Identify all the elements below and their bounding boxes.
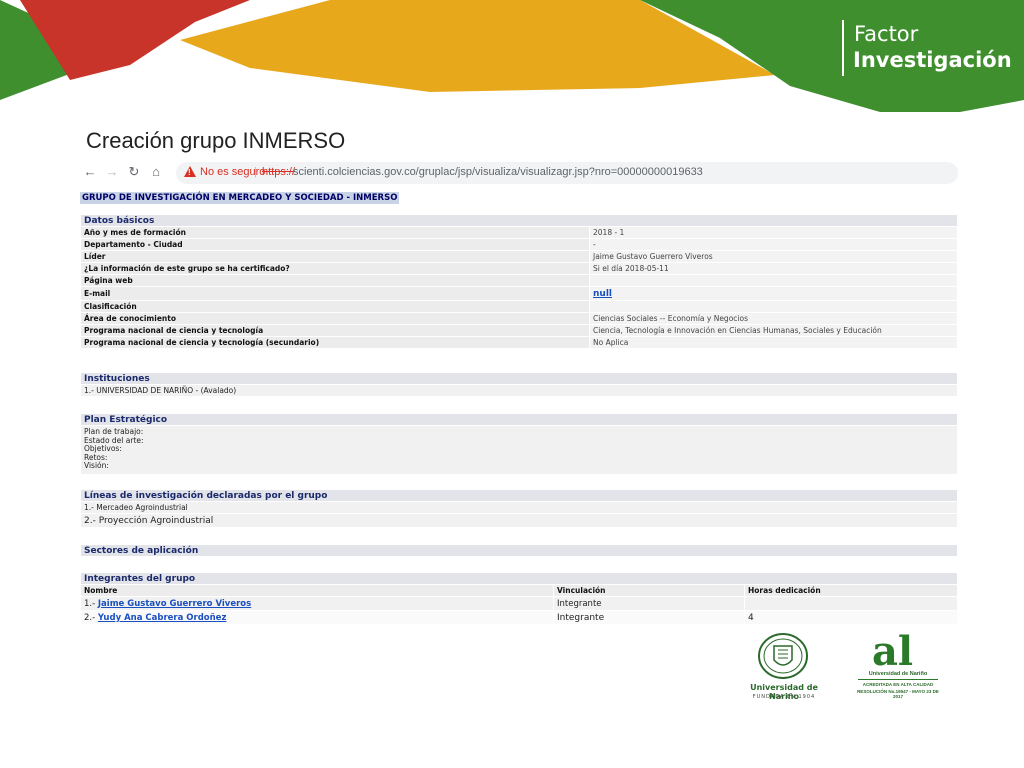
table-row: Área de conocimiento Ciencias Sociales --… — [80, 312, 958, 325]
table-row: Clasificación — [80, 300, 958, 313]
plan-estrategico-table: Plan Estratégico Plan de trabajo: Estado… — [80, 413, 958, 475]
udenar-founded: FUNDADA EN 1904 — [752, 694, 816, 700]
member-horas — [744, 596, 958, 611]
row-label: Departamento - Ciudad — [80, 238, 590, 251]
row-label: Página web — [80, 274, 590, 287]
plan-line: Estado del arte: — [84, 435, 144, 445]
section-header-lineas: Líneas de investigación declaradas por e… — [80, 489, 958, 502]
row-label: Líder — [80, 250, 590, 263]
row-value: Si el día 2018-05-11 — [589, 262, 958, 275]
universidad-narino-logo: Universidad de Nariño FUNDADA EN 1904 — [738, 632, 828, 702]
url-text: scienti.colciencias.gov.co/gruplac/jsp/v… — [293, 166, 703, 178]
al-mark: al — [872, 628, 914, 675]
column-header-vinculacion: Vinculación — [553, 584, 745, 597]
table-row: Año y mes de formación 2018 - 1 — [80, 226, 958, 239]
row-value: No Aplica — [589, 336, 958, 349]
member-vinculacion: Integrante — [553, 596, 745, 611]
row-label: Año y mes de formación — [80, 226, 590, 239]
al-divider — [858, 679, 938, 680]
address-bar[interactable]: ! No es seguro | https:// scienti.colcie… — [176, 162, 958, 184]
row-value: null — [589, 286, 958, 301]
section-header-datos-basicos: Datos básicos — [80, 214, 958, 227]
list-item: 1.- Mercadeo Agroindustrial — [80, 501, 958, 514]
table-row: Programa nacional de ciencia y tecnologí… — [80, 324, 958, 337]
table-row: Líder Jaime Gustavo Guerrero Viveros — [80, 250, 958, 263]
member-link[interactable]: Jaime Gustavo Guerrero Viveros — [98, 599, 251, 609]
member-number: 2.- — [84, 612, 96, 623]
row-value — [589, 274, 958, 287]
table-row: ¿La información de este grupo se ha cert… — [80, 262, 958, 275]
member-name-cell: 1.- Jaime Gustavo Guerrero Viveros — [80, 596, 554, 611]
section-header-instituciones: Instituciones — [80, 372, 958, 385]
home-icon[interactable]: ⌂ — [148, 164, 164, 180]
back-arrow-icon[interactable]: ← — [82, 164, 98, 180]
row-value: 2018 - 1 — [589, 226, 958, 239]
row-label: Clasificación — [80, 300, 590, 313]
table-row: Departamento - Ciudad - — [80, 238, 958, 251]
al-university-name: Universidad de Nariño — [868, 671, 928, 677]
lineas-investigacion-table: Líneas de investigación declaradas por e… — [80, 489, 958, 528]
column-header-horas: Horas dedicación — [744, 584, 958, 597]
al-accreditation: ACREDITADA EN ALTA CALIDAD — [862, 682, 934, 687]
member-link[interactable]: Yudy Ana Cabrera Ordoñez — [98, 613, 227, 623]
table-row: E-mail null — [80, 286, 958, 301]
row-label: ¿La información de este grupo se ha cert… — [80, 262, 590, 275]
row-value — [589, 300, 958, 313]
integrantes-table: Integrantes del grupo Nombre Vinculación… — [80, 572, 958, 625]
university-seal-icon — [758, 633, 808, 679]
acreditacion-logo: al Universidad de Nariño ACREDITADA EN A… — [852, 628, 944, 702]
brand-divider — [842, 20, 844, 76]
row-value: Ciencia, Tecnología e Innovación en Cien… — [589, 324, 958, 337]
table-row: Programa nacional de ciencia y tecnologí… — [80, 336, 958, 349]
row-value: Jaime Gustavo Guerrero Viveros — [589, 250, 958, 263]
warning-icon: ! — [184, 166, 196, 177]
factor-investigacion-logo: Factor Investigación — [842, 20, 1012, 76]
list-item: 1.- UNIVERSIDAD DE NARIÑO - (Avalado) — [80, 384, 958, 397]
group-title: GRUPO DE INVESTIGACIÓN EN MERCADEO Y SOC… — [80, 192, 400, 204]
member-number: 1.- — [84, 598, 96, 609]
section-header-sectores: Sectores de aplicación — [80, 544, 958, 557]
slide-title: Creación grupo INMERSO — [86, 128, 346, 153]
datos-basicos-table: Datos básicos Año y mes de formación 2018… — [80, 214, 958, 349]
table-row: Página web — [80, 274, 958, 287]
forward-arrow-icon[interactable]: → — [104, 164, 120, 180]
al-resolution: RESOLUCIÓN No.19547 - MAYO 23 DE 2017 — [857, 689, 939, 699]
brand-line-2: Investigación — [853, 48, 1012, 72]
plan-line: Plan de trabajo: — [84, 427, 144, 436]
plan-line: Retos: — [84, 452, 108, 462]
member-name-cell: 2.- Yudy Ana Cabrera Ordoñez — [80, 610, 554, 625]
url-scheme: https:// — [262, 166, 296, 178]
plan-line: Objetivos: — [84, 444, 122, 453]
email-link[interactable]: null — [593, 289, 612, 299]
row-label: Programa nacional de ciencia y tecnologí… — [80, 336, 590, 349]
column-header-nombre: Nombre — [80, 584, 554, 597]
list-item: 2.- Proyección Agroindustrial — [80, 513, 958, 528]
instituciones-table: Instituciones 1.- UNIVERSIDAD DE NARIÑO … — [80, 372, 958, 397]
browser-toolbar: ← → ↻ ⌂ ! No es seguro | https:// scient… — [74, 160, 958, 186]
sectores-table: Sectores de aplicación — [80, 544, 958, 557]
member-vinculacion: Integrante — [553, 610, 745, 625]
member-horas: 4 — [744, 610, 958, 625]
table-row: 1.- Jaime Gustavo Guerrero Viveros Integ… — [80, 596, 958, 611]
row-label: E-mail — [80, 286, 590, 301]
section-header-plan-estrategico: Plan Estratégico — [80, 413, 958, 426]
table-row: 2.- Yudy Ana Cabrera Ordoñez Integrante … — [80, 610, 958, 625]
brand-line-1: Factor — [854, 22, 919, 46]
reload-icon[interactable]: ↻ — [126, 164, 142, 180]
row-value: Ciencias Sociales -- Economía y Negocios — [589, 312, 958, 325]
row-value: - — [589, 238, 958, 251]
row-label: Programa nacional de ciencia y tecnologí… — [80, 324, 590, 337]
research-line-item: 1.- Mercadeo Agroindustrial — [80, 501, 958, 514]
plan-details: Plan de trabajo: Estado del arte: Objeti… — [80, 425, 958, 475]
institution-item: 1.- UNIVERSIDAD DE NARIÑO - (Avalado) — [80, 384, 958, 397]
research-line-item: 2.- Proyección Agroindustrial — [80, 513, 958, 528]
row-label: Área de conocimiento — [80, 312, 590, 325]
address-separator: | — [254, 166, 257, 178]
plan-line: Visión: — [84, 461, 109, 470]
section-header-integrantes: Integrantes del grupo — [80, 572, 958, 585]
table-header-row: Nombre Vinculación Horas dedicación — [80, 584, 958, 597]
